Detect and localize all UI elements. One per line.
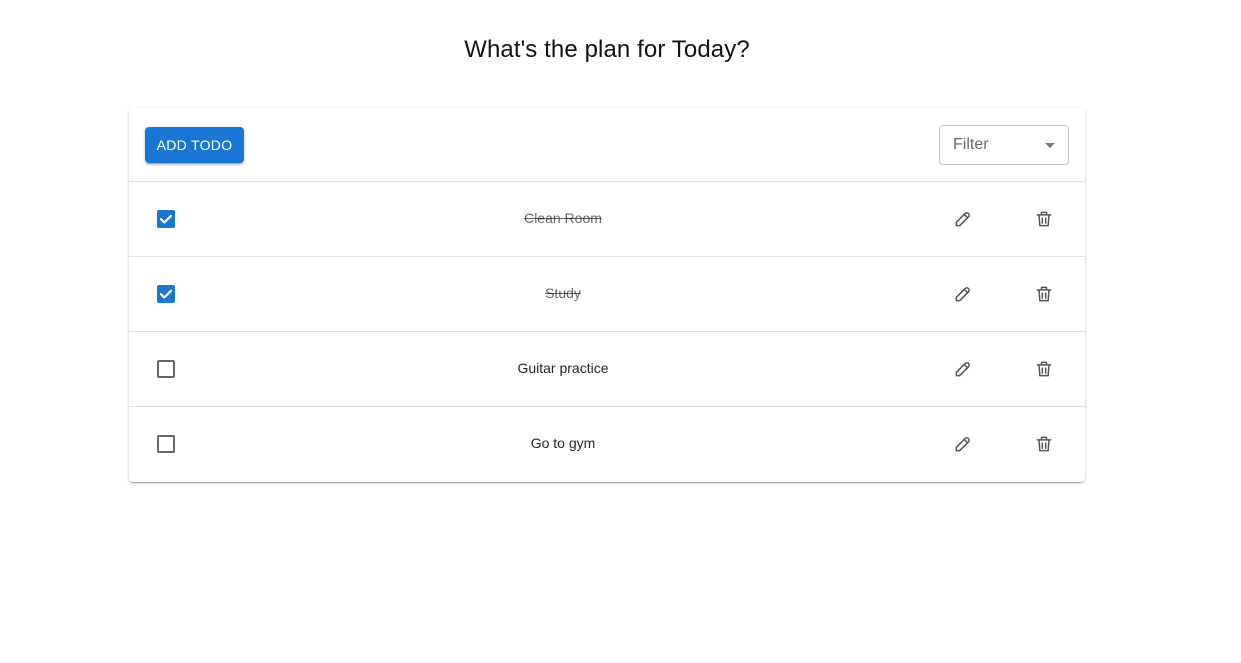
filter-select[interactable]: Filter [939,125,1069,165]
trash-icon [1036,286,1052,302]
edit-button[interactable] [944,425,982,463]
trash-icon [1036,211,1052,227]
todo-checkbox[interactable] [157,360,175,378]
toolbar: ADD TODO Filter [129,108,1085,182]
edit-icon [955,212,970,227]
add-todo-button[interactable]: ADD TODO [145,127,244,163]
todo-text: Clean Room [524,210,602,226]
delete-button[interactable] [1025,350,1063,388]
delete-button[interactable] [1025,425,1063,463]
edit-icon [955,437,970,452]
todo-checkbox[interactable] [157,210,175,228]
todo-row: Guitar practice [129,332,1085,407]
checkmark-icon [159,214,173,224]
todo-row: Go to gym [129,407,1085,482]
todo-row: Study [129,257,1085,332]
edit-icon [955,362,970,377]
trash-icon [1036,361,1052,377]
trash-icon [1036,436,1052,452]
edit-button[interactable] [944,275,982,313]
todo-card: ADD TODO Filter Clean Room Study Guitar … [129,108,1085,482]
delete-button[interactable] [1025,275,1063,313]
todo-checkbox[interactable] [157,285,175,303]
delete-button[interactable] [1025,200,1063,238]
arrow-drop-down-icon [1045,143,1055,148]
page-title: What's the plan for Today? [464,36,750,63]
edit-button[interactable] [944,350,982,388]
todo-text: Study [545,285,581,301]
todo-row: Clean Room [129,182,1085,257]
filter-label: Filter [953,136,989,153]
todo-text: Guitar practice [517,360,609,376]
todo-text: Go to gym [530,435,596,451]
checkmark-icon [159,289,173,299]
edit-icon [955,287,970,302]
edit-button[interactable] [944,200,982,238]
todo-checkbox[interactable] [157,435,175,453]
